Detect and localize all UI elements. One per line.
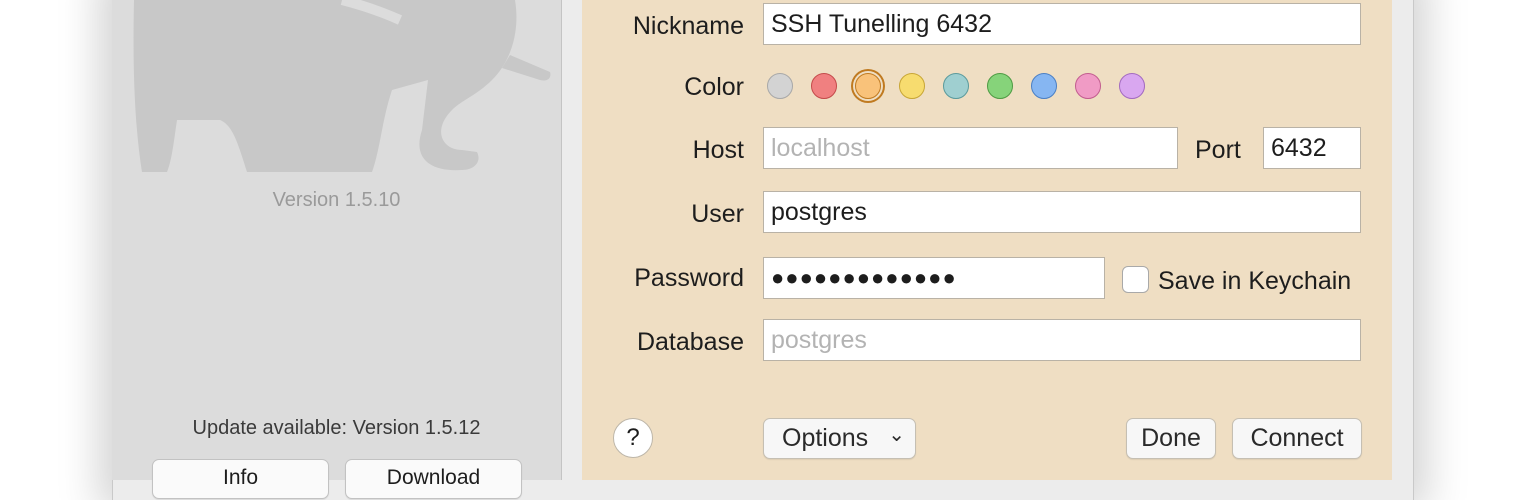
update-available-text: Update available: Version 1.5.12 [192, 417, 481, 439]
host-label: Host [692, 136, 744, 164]
save-in-keychain-checkbox[interactable] [1122, 266, 1149, 293]
color-swatch[interactable] [1119, 73, 1145, 99]
password-field[interactable]: ●●●●●●●●●●●●● [763, 257, 1105, 299]
color-swatch[interactable] [987, 73, 1013, 99]
nickname-field[interactable]: SSH Tunelling 6432 [763, 3, 1361, 45]
color-swatch[interactable] [1075, 73, 1101, 99]
download-button[interactable]: Download [345, 459, 522, 499]
color-swatch[interactable] [943, 73, 969, 99]
color-swatch[interactable] [1031, 73, 1057, 99]
color-label: Color [684, 73, 744, 101]
help-button[interactable]: ? [613, 418, 653, 458]
user-field[interactable]: postgres [763, 191, 1361, 233]
color-swatch[interactable] [855, 73, 881, 99]
info-button[interactable]: Info [152, 459, 329, 499]
options-button[interactable]: Options ⌄ [763, 418, 916, 459]
port-field[interactable]: 6432 [1263, 127, 1361, 169]
color-swatch[interactable] [811, 73, 837, 99]
done-button[interactable]: Done [1126, 418, 1216, 459]
question-icon: ? [626, 424, 640, 451]
database-label: Database [636, 328, 744, 356]
database-field[interactable]: postgres [763, 319, 1361, 361]
elephant-logo-icon [133, 0, 551, 172]
password-label: Password [634, 264, 744, 292]
host-field[interactable]: localhost [763, 127, 1178, 169]
version-text: Version 1.5.10 [272, 189, 401, 211]
port-label: Port [1195, 136, 1241, 164]
user-label: User [691, 200, 744, 228]
color-swatch[interactable] [767, 73, 793, 99]
save-in-keychain-label: Save in Keychain [1158, 267, 1352, 295]
options-label: Options [782, 424, 869, 452]
connection-form-panel [582, 0, 1392, 480]
connect-button[interactable]: Connect [1232, 418, 1362, 459]
nickname-label: Nickname [632, 12, 744, 40]
chevron-down-icon: ⌄ [888, 424, 905, 446]
color-swatch[interactable] [899, 73, 925, 99]
